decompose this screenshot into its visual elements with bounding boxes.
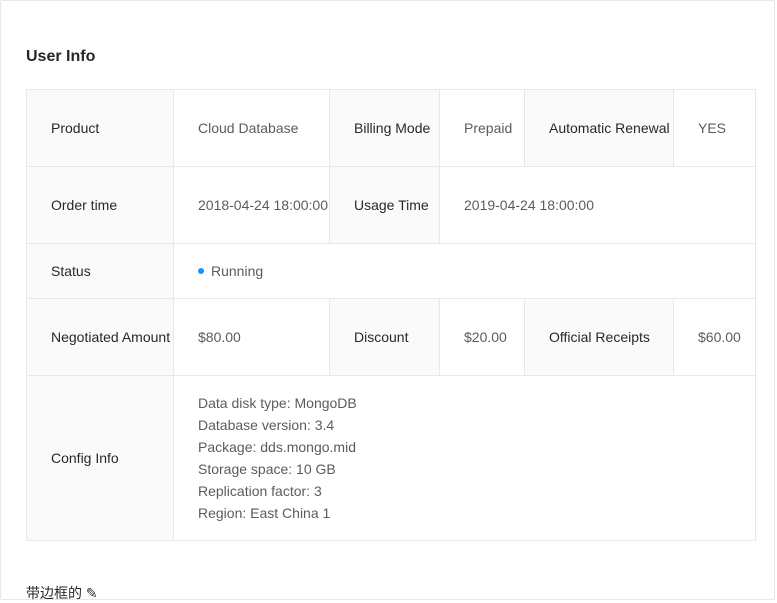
automatic-renewal-label: Automatic Renewal — [524, 89, 674, 167]
config-line: Region: East China 1 — [198, 505, 331, 521]
row-status: Status Running — [26, 243, 756, 299]
automatic-renewal-value: YES — [673, 89, 756, 167]
config-line: Replication factor: 3 — [198, 483, 322, 499]
row-config: Config Info Data disk type: MongoDB Data… — [26, 375, 756, 541]
usage-time-label: Usage Time — [329, 166, 440, 244]
status-dot-icon — [198, 268, 204, 275]
status-value: Running — [211, 263, 264, 279]
product-label: Product — [26, 89, 174, 167]
discount-value: $20.00 — [439, 298, 525, 376]
row-amount: Negotiated Amount $80.00 Discount $20.00… — [26, 298, 756, 376]
usage-time-value: 2019-04-24 18:00:00 — [439, 166, 756, 244]
config-line: Storage space: 10 GB — [198, 461, 336, 477]
user-info-card: User Info Product Cloud Database Billing… — [0, 0, 775, 601]
config-line: Data disk type: MongoDB — [198, 395, 357, 411]
config-line: Database version: 3.4 — [198, 417, 335, 433]
billing-mode-label: Billing Mode — [329, 89, 440, 167]
official-receipts-value: $60.00 — [673, 298, 756, 376]
order-time-label: Order time — [26, 166, 174, 244]
negotiated-amount-value: $80.00 — [173, 298, 330, 376]
status-cell: Running — [173, 243, 756, 299]
section-title: User Info — [26, 48, 96, 65]
config-info-label: Config Info — [26, 375, 174, 541]
billing-mode-value: Prepaid — [439, 89, 525, 167]
product-value: Cloud Database — [173, 89, 330, 167]
official-receipts-label: Official Receipts — [524, 298, 674, 376]
discount-label: Discount — [329, 298, 440, 376]
status-label: Status — [26, 243, 174, 299]
user-info-descriptions: Product Cloud Database Billing Mode Prep… — [26, 89, 756, 541]
next-section-title: 带边框的 ✎ — [26, 585, 98, 601]
negotiated-amount-label: Negotiated Amount — [26, 298, 174, 376]
row-product: Product Cloud Database Billing Mode Prep… — [26, 89, 756, 167]
row-order: Order time 2018-04-24 18:00:00 Usage Tim… — [26, 166, 756, 244]
config-info-value: Data disk type: MongoDB Database version… — [173, 375, 756, 541]
config-line: Package: dds.mongo.mid — [198, 439, 356, 455]
order-time-value: 2018-04-24 18:00:00 — [173, 166, 330, 244]
